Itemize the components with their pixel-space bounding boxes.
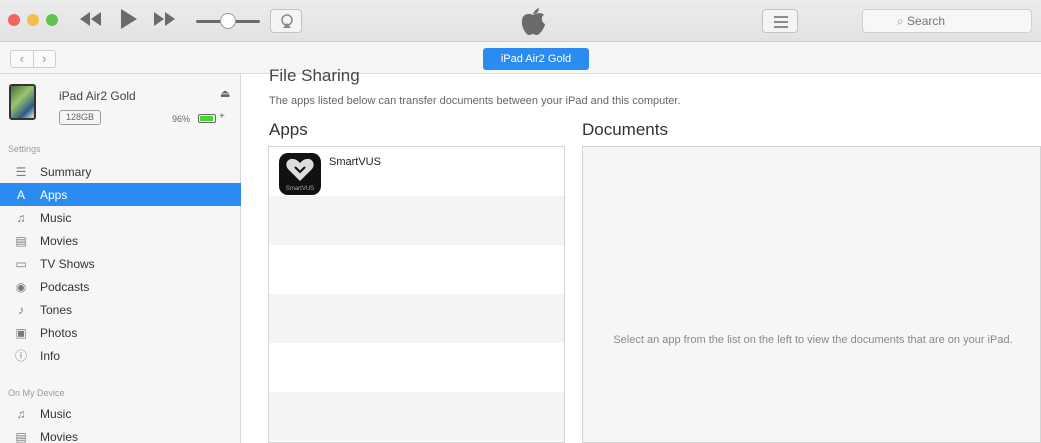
back-forward-buttons: ‹ › [10,50,56,68]
sidebar-item-photos[interactable]: ▣ Photos [0,321,241,344]
rewind-button[interactable] [80,9,102,31]
apps-list: SmartVUS SmartVUS [268,146,565,443]
sidebar-item-label: Music [40,210,72,225]
app-name: SmartVUS [329,156,381,168]
music-icon: ♫ [16,406,26,421]
sidebar-item-movies[interactable]: ▤ Movies [0,229,241,252]
main-content: File Sharing The apps listed below can t… [241,66,1041,443]
sidebar-item-tones[interactable]: ♪ Tones [0,298,241,321]
charging-icon: + [219,111,225,122]
sidebar-item-device-movies[interactable]: ▤ Movies [0,425,241,443]
zoom-window-button[interactable] [46,14,58,26]
sidebar-item-label: Podcasts [40,279,90,294]
tv-shows-icon: ▭ [15,256,27,271]
fast-forward-icon [154,12,175,26]
search-input[interactable] [907,14,998,28]
fast-forward-button[interactable] [154,9,176,31]
podcasts-icon: ◉ [15,279,27,294]
itunes-window: ⌕ ‹ › iPad Air2 Gold iPad Air2 Gold ⏏ 12… [0,0,1041,443]
minimize-window-button[interactable] [27,14,39,26]
sidebar-item-tv-shows[interactable]: ▭ TV Shows [0,252,241,275]
search-field[interactable]: ⌕ [862,9,1032,33]
play-button[interactable] [121,9,137,34]
ipad-thumbnail [9,84,36,120]
sidebar-item-label: TV Shows [40,256,95,271]
navigation-bar: ‹ › iPad Air2 Gold [0,42,1041,74]
volume-slider-knob[interactable] [220,13,236,29]
apple-icon [521,8,545,35]
heart-icon [286,158,314,181]
sidebar-item-label: Music [40,406,72,421]
sidebar-item-label: Info [40,348,61,363]
capacity-badge: 128GB [59,110,101,125]
movies-icon: ▤ [15,429,27,443]
device-button[interactable]: iPad Air2 Gold [483,48,589,70]
movies-icon: ▤ [15,233,27,248]
sidebar-item-info[interactable]: ⓘ Info [0,344,241,367]
battery-percent: 96% [172,114,191,124]
sidebar-item-summary[interactable]: ☰ Summary [0,160,241,183]
device-name: iPad Air2 Gold [59,89,136,103]
forward-button[interactable]: › [34,51,56,67]
on-my-device-section-header: On My Device [8,388,65,398]
airplay-icon [281,14,293,28]
list-icon [774,16,788,28]
airplay-button[interactable] [270,9,302,33]
list-view-button[interactable] [762,9,798,33]
app-list-empty-row [269,294,564,343]
sidebar-item-label: Movies [40,429,79,443]
documents-column-header: Documents [582,120,668,139]
apps-icon: A [16,187,25,202]
sidebar-item-label: Apps [40,187,68,202]
search-icon: ⌕ [896,14,904,28]
close-window-button[interactable] [8,14,20,26]
app-list-empty-row [269,245,564,294]
documents-panel: Select an app from the list on the left … [582,146,1041,443]
summary-icon: ☰ [15,164,27,179]
smartvus-app-icon: SmartVUS [279,153,321,195]
info-icon: ⓘ [14,348,27,363]
eject-icon[interactable]: ⏏ [220,87,230,100]
photos-icon: ▣ [15,325,27,340]
app-icon-caption: SmartVUS [285,186,315,192]
rewind-icon [80,12,101,26]
title-bar: ⌕ [0,0,1041,42]
app-list-empty-row [269,196,564,245]
battery-icon [198,114,216,123]
sidebar-item-device-music[interactable]: ♫ Music [0,402,241,425]
app-list-item[interactable]: SmartVUS SmartVUS [269,147,564,196]
sidebar-item-podcasts[interactable]: ◉ Podcasts [0,275,241,298]
play-icon [121,9,137,29]
apps-column-header: Apps [269,120,308,139]
sidebar-item-label: Tones [40,302,73,317]
sidebar-item-label: Photos [40,325,78,340]
sidebar-item-label: Movies [40,233,79,248]
app-list-empty-row [269,343,564,392]
documents-placeholder: Select an app from the list on the left … [613,334,1013,346]
sidebar-item-apps[interactable]: A Apps [0,183,241,206]
app-list-empty-row [269,392,564,441]
file-sharing-description: The apps listed below can transfer docum… [269,95,681,107]
tones-icon: ♪ [18,302,24,317]
file-sharing-heading: File Sharing [269,66,360,85]
music-icon: ♫ [16,210,26,225]
back-button[interactable]: ‹ [11,51,34,67]
sidebar-item-music[interactable]: ♫ Music [0,206,241,229]
sidebar: iPad Air2 Gold ⏏ 128GB 96% + Settings ☰ … [0,74,241,443]
settings-section-header: Settings [8,144,41,154]
sidebar-item-label: Summary [40,164,92,179]
